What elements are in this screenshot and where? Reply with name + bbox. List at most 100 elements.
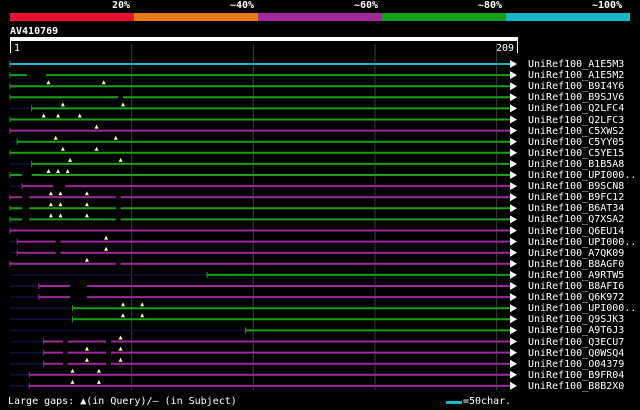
query-gap-marker: [56, 113, 61, 118]
hit-label[interactable]: UniRef100_UPI000..: [528, 237, 636, 248]
query-gap-marker: [58, 213, 63, 218]
query-gap-marker: [68, 157, 73, 162]
hit-end-arrow: [510, 226, 517, 235]
hit-label[interactable]: UniRef100_C5XWS2: [528, 126, 624, 137]
hit-end-arrow: [510, 282, 517, 290]
hit-label[interactable]: UniRef100_Q6EU14: [528, 226, 624, 237]
hit-end-arrow: [510, 159, 517, 168]
hit-label[interactable]: UniRef100_A1E5M3: [528, 59, 624, 70]
hit-end-arrow: [510, 204, 517, 213]
hit-end-arrow: [510, 137, 517, 146]
hit-label[interactable]: UniRef100_B9SJV6: [528, 92, 624, 103]
hit-end-arrow: [510, 259, 517, 268]
hit-label[interactable]: UniRef100_B9FR04: [528, 370, 624, 381]
hit-label[interactable]: UniRef100_A9T6J3: [528, 325, 624, 336]
query-gap-marker: [113, 135, 118, 140]
hit-end-arrow: [510, 359, 517, 368]
query-gap-marker: [48, 202, 53, 207]
query-gap-marker: [140, 302, 145, 307]
hit-end-arrow: [510, 348, 517, 357]
query-gap-marker: [84, 257, 89, 262]
hit-label[interactable]: UniRef100_B8AFI6: [528, 281, 624, 292]
hit-end-arrow: [510, 93, 517, 102]
hit-label[interactable]: UniRef100_B8B2X0: [528, 381, 624, 392]
query-gap-marker: [94, 146, 99, 151]
hit-end-arrow: [510, 60, 517, 68]
query-gap-marker: [60, 102, 65, 107]
hit-end-arrow: [510, 381, 517, 390]
query-gap-marker: [58, 191, 63, 196]
hit-end-arrow: [510, 248, 517, 257]
query-gap-marker: [84, 191, 89, 196]
hit-end-arrow: [510, 115, 517, 124]
hit-label[interactable]: UniRef100_Q9SJK3: [528, 314, 624, 325]
hit-end-arrow: [510, 293, 517, 302]
hit-end-arrow: [510, 148, 517, 157]
hit-label[interactable]: UniRef100_B8AGF0: [528, 259, 624, 270]
query-gap-marker: [41, 113, 46, 118]
query-gap-marker: [77, 113, 82, 118]
query-gap-marker: [140, 313, 145, 318]
query-gap-marker: [53, 135, 58, 140]
query-gap-marker: [101, 80, 106, 85]
hit-label[interactable]: UniRef100_Q3ECU7: [528, 337, 624, 348]
hit-end-arrow: [510, 315, 517, 324]
hit-end-arrow: [510, 304, 517, 313]
query-gap-marker: [48, 191, 53, 196]
hit-end-arrow: [510, 182, 517, 191]
hit-end-arrow: [510, 337, 517, 346]
hit-label[interactable]: UniRef100_B1B5A8: [528, 159, 624, 170]
hit-end-arrow: [510, 82, 517, 91]
query-gap-marker: [46, 80, 51, 85]
hit-label[interactable]: UniRef100_B9SCN8: [528, 181, 624, 192]
hit-end-arrow: [510, 126, 517, 135]
hit-label[interactable]: UniRef100_B9FC12: [528, 192, 624, 203]
hit-label[interactable]: UniRef100_A9RTW5: [528, 270, 624, 281]
hit-label[interactable]: UniRef100_Q2LFC4: [528, 103, 624, 114]
hit-label[interactable]: UniRef100_B9I4Y6: [528, 81, 624, 92]
hit-end-arrow: [510, 193, 517, 202]
query-gap-marker: [84, 213, 89, 218]
hit-label[interactable]: UniRef100_C5YY05: [528, 137, 624, 148]
hit-label[interactable]: UniRef100_UPI000..: [528, 170, 636, 181]
hit-end-arrow: [510, 326, 517, 335]
hit-end-arrow: [510, 270, 517, 279]
query-gap-marker: [46, 169, 51, 173]
hit-end-arrow: [510, 237, 517, 246]
hit-label[interactable]: UniRef100_UPI000..: [528, 303, 636, 314]
query-gap-marker: [65, 169, 70, 173]
hit-label[interactable]: UniRef100_O04379: [528, 359, 624, 370]
hit-label[interactable]: UniRef100_A1E5M2: [528, 70, 624, 81]
query-gap-marker: [84, 202, 89, 207]
hit-end-arrow: [510, 215, 517, 224]
query-gap-marker: [120, 302, 125, 307]
query-gap-marker: [84, 357, 89, 362]
hit-label[interactable]: UniRef100_C5YE15: [528, 148, 624, 159]
query-gap-marker: [118, 157, 123, 162]
query-gap-marker: [120, 313, 125, 318]
query-gap-marker: [70, 379, 75, 384]
query-gap-marker: [118, 335, 123, 340]
hit-label[interactable]: UniRef100_A7QK09: [528, 248, 624, 259]
query-gap-marker: [104, 246, 109, 251]
query-gap-marker: [120, 102, 125, 107]
scale-legend: =50char.: [463, 396, 512, 407]
query-gap-marker: [118, 346, 123, 351]
hit-end-arrow: [510, 171, 517, 179]
query-gap-marker: [56, 169, 61, 173]
query-gap-marker: [94, 124, 99, 129]
query-gap-marker: [58, 202, 63, 207]
query-gap-marker: [48, 213, 53, 218]
query-gap-marker: [84, 346, 89, 351]
hit-label[interactable]: UniRef100_Q7XSA2: [528, 214, 624, 225]
query-gap-marker: [118, 357, 123, 362]
hit-label[interactable]: UniRef100_B6AT34: [528, 203, 624, 214]
hit-end-arrow: [510, 370, 517, 379]
query-gap-marker: [60, 146, 65, 151]
hit-label[interactable]: UniRef100_Q6K972: [528, 292, 624, 303]
hit-label[interactable]: UniRef100_Q0WSQ4: [528, 348, 624, 359]
hit-label[interactable]: UniRef100_Q2LFC3: [528, 115, 624, 126]
query-gap-marker: [96, 379, 101, 384]
query-gap-marker: [104, 235, 109, 240]
query-gap-marker: [96, 368, 101, 373]
